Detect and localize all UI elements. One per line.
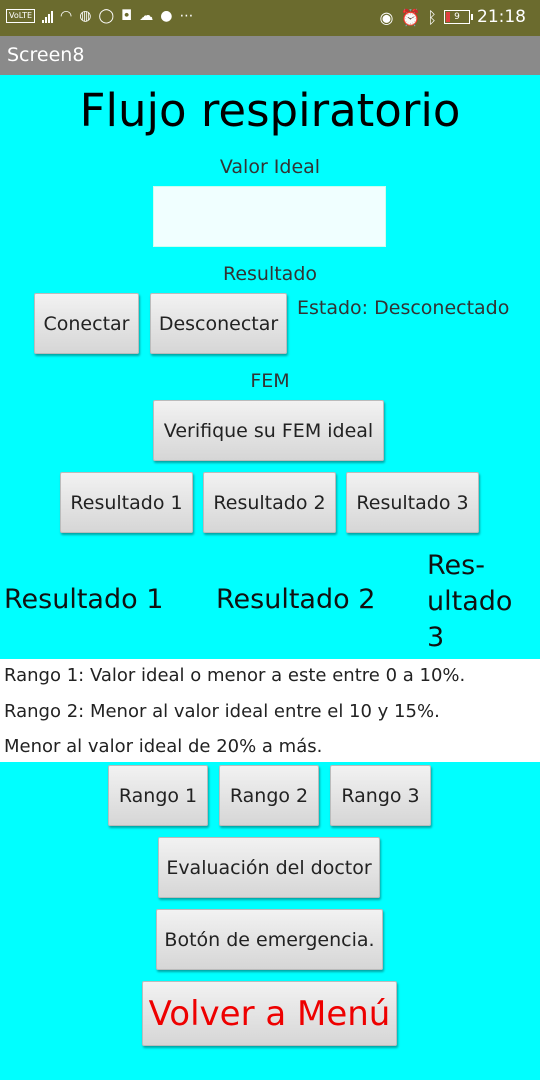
status-icons-right: ◉ ⏰ ᛒ 9 21:18 [380,7,527,27]
result-2-value: Resultado 2 [216,584,376,615]
cloud-icon: ☁ [139,8,154,24]
doctor-evaluation-button[interactable]: Evaluación del doctor [158,837,380,898]
instagram-icon: ◘ [121,8,133,24]
range-1-description: Rango 1: Valor ideal o menor a este entr… [4,665,466,686]
result-3-line: ultado [427,586,513,617]
result-3-value: Res- ultado 3 [427,548,512,656]
status-icons-left: VoLTE ◠ ◍ ◯ ◘ ☁ ● ⋯ [6,8,193,24]
volte-badge: VoLTE [6,9,36,23]
basketball-icon: ◍ [79,8,92,24]
result-1-value: Resultado 1 [4,584,164,615]
range-3-button[interactable]: Rango 3 [330,765,431,826]
result-3-button[interactable]: Resultado 3 [346,472,479,533]
screen-title-bar: Screen8 [0,36,540,75]
back-to-menu-button[interactable]: Volver a Menú [142,981,397,1046]
signal-icon [42,9,54,23]
valor-ideal-input[interactable] [153,186,386,247]
bluetooth-icon: ᛒ [427,7,437,27]
range-2-button[interactable]: Rango 2 [219,765,319,826]
more-dots-icon: ⋯ [179,8,194,24]
fem-label: FEM [250,370,290,392]
result-3-line: 3 [427,622,445,653]
emergency-button[interactable]: Botón de emergencia. [156,909,383,970]
result-1-button[interactable]: Resultado 1 [60,472,193,533]
connect-button[interactable]: Conectar [34,293,139,354]
alarm-icon: ⏰ [400,7,421,27]
disconnect-button[interactable]: Desconectar [150,293,287,354]
whatsapp-icon: ◯ [98,8,115,24]
result-3-line: Res- [427,550,485,581]
result-2-button[interactable]: Resultado 2 [203,472,336,533]
eye-icon: ◉ [379,7,394,27]
ranges-info-box: Rango 1: Valor ideal o menor a este entr… [0,659,540,762]
connection-status: Estado: Desconectado [297,297,510,319]
battery-icon: 9 [444,10,473,24]
status-bar: VoLTE ◠ ◍ ◯ ◘ ☁ ● ⋯ ◉ ⏰ ᛒ 9 21:18 [0,0,540,36]
range-1-button[interactable]: Rango 1 [108,765,208,826]
range-3-description: Menor al valor ideal de 20% a más. [4,736,323,757]
verify-fem-button[interactable]: Verifique su FEM ideal [153,400,384,461]
chat-bubble-icon: ● [160,8,173,24]
wifi-icon: ◠ [60,8,73,24]
resultado-label: Resultado [222,263,318,285]
clock: 21:18 [477,7,526,27]
valor-ideal-label: Valor Ideal [219,156,321,178]
range-2-description: Rango 2: Menor al valor ideal entre el 1… [4,701,440,722]
page-title: Flujo respiratorio [79,84,461,137]
